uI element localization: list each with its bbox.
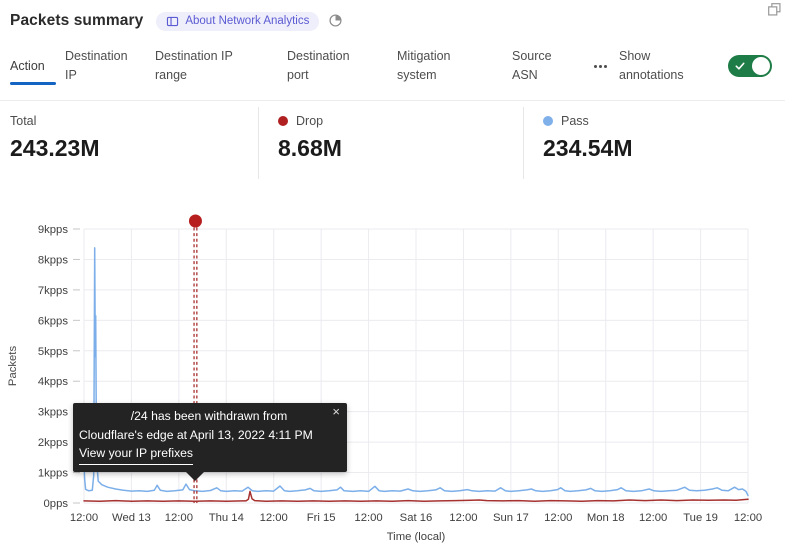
usage-pie-icon[interactable] — [328, 13, 344, 29]
check-icon — [734, 60, 746, 72]
stat-total-value: 243.23M — [10, 135, 258, 162]
x-axis-tick-label: 12:00 — [354, 512, 382, 524]
packets-summary-card: Packets summary About Network Analytics … — [0, 0, 785, 555]
annotation-text-line2: Cloudflare's edge at April 13, 2022 4:11… — [79, 426, 339, 445]
annotation-marker-dot[interactable] — [189, 215, 202, 228]
y-axis-tick-label: 9kpps — [38, 224, 68, 236]
page-title: Packets summary — [10, 12, 143, 30]
x-axis-tick-label: 12:00 — [734, 512, 762, 524]
toggle-knob — [752, 57, 770, 75]
x-axis-tick-label: 12:00 — [449, 512, 477, 524]
tooltip-arrow — [185, 471, 205, 491]
tab-destination-port[interactable]: Destination port — [287, 47, 397, 85]
annotation-tooltip: × /24 has been withdrawn from Cloudflare… — [73, 403, 347, 472]
y-axis-tick-label: 4kpps — [38, 376, 68, 388]
stat-drop-label: Drop — [296, 114, 323, 128]
card-header: Packets summary About Network Analytics — [10, 8, 777, 34]
tab-action[interactable]: Action — [10, 57, 65, 76]
packets-time-series-chart[interactable]: 9kpps 8kpps 7kpps 6kpps 5kpps 4kpps 3kpps 2kpps… — [0, 195, 785, 555]
show-annotations-label: Show annotations — [619, 47, 728, 85]
stat-total-label: Total — [10, 114, 36, 128]
y-axis-tick-label: 8kpps — [38, 254, 68, 266]
x-axis-tick-label: 12:00 — [639, 512, 667, 524]
stat-pass: Pass 234.54M — [523, 101, 633, 185]
about-network-analytics-badge[interactable]: About Network Analytics — [156, 12, 319, 31]
drop-legend-dot — [278, 116, 288, 126]
y-axis-tick-label: 3kpps — [38, 407, 68, 419]
stat-pass-label: Pass — [561, 114, 589, 128]
x-axis-tick-label: 12:00 — [165, 512, 193, 524]
x-axis-tick-label: Wed 13 — [112, 512, 151, 524]
summary-stats-row: Total 243.23M Drop 8.68M Pass 234.54M — [0, 100, 785, 185]
stat-divider — [523, 107, 524, 179]
x-axis-tick-label: Sat 16 — [400, 512, 433, 524]
x-axis-tick-label: Thu 14 — [209, 512, 244, 524]
y-axis-tick-label: 2kpps — [38, 437, 68, 449]
x-axis-tick-label: Fri 15 — [307, 512, 336, 524]
show-annotations-toggle[interactable] — [728, 55, 772, 77]
tab-mitigation-system[interactable]: Mitigation system — [397, 47, 512, 85]
view-ip-prefixes-link[interactable]: View your IP prefixes — [79, 444, 193, 465]
y-axis-tick-label: 5kpps — [38, 346, 68, 358]
tab-destination-ip-range[interactable]: Destination IP range — [155, 47, 287, 85]
x-axis-tick-label: 12:00 — [70, 512, 98, 524]
book-icon — [166, 15, 179, 28]
y-axis-tick-label: 6kpps — [38, 315, 68, 327]
badge-label: About Network Analytics — [185, 15, 309, 27]
x-axis-tick-label: Tue 19 — [683, 512, 718, 524]
tab-source-asn[interactable]: Source ASN — [512, 47, 594, 85]
stat-drop: Drop 8.68M — [258, 101, 523, 185]
close-icon[interactable]: × — [332, 405, 340, 419]
x-axis-tick-label: Mon 18 — [587, 512, 625, 524]
stat-total: Total 243.23M — [0, 101, 258, 185]
tab-destination-ip[interactable]: Destination IP — [65, 47, 155, 85]
pass-legend-dot — [543, 116, 553, 126]
x-axis-tick-label: Sun 17 — [493, 512, 529, 524]
more-tabs-icon[interactable] — [594, 65, 619, 68]
stat-drop-value: 8.68M — [278, 135, 523, 162]
dimension-tabs: Action Destination IP Destination IP ran… — [10, 42, 772, 90]
annotation-text-line1: /24 has been withdrawn from — [79, 407, 339, 426]
x-axis-tick-label: 12:00 — [260, 512, 288, 524]
y-axis-tick-label: 0pps — [44, 498, 69, 510]
y-axis-title: Packets — [7, 346, 19, 387]
y-axis-tick-label: 1kpps — [38, 468, 68, 480]
popout-expand-icon[interactable] — [767, 2, 783, 18]
stat-divider — [258, 107, 259, 179]
x-axis-title: Time (local) — [387, 531, 446, 543]
y-axis-tick-label: 7kpps — [38, 285, 68, 297]
stat-pass-value: 234.54M — [543, 135, 633, 162]
x-axis-tick-label: 12:00 — [544, 512, 572, 524]
